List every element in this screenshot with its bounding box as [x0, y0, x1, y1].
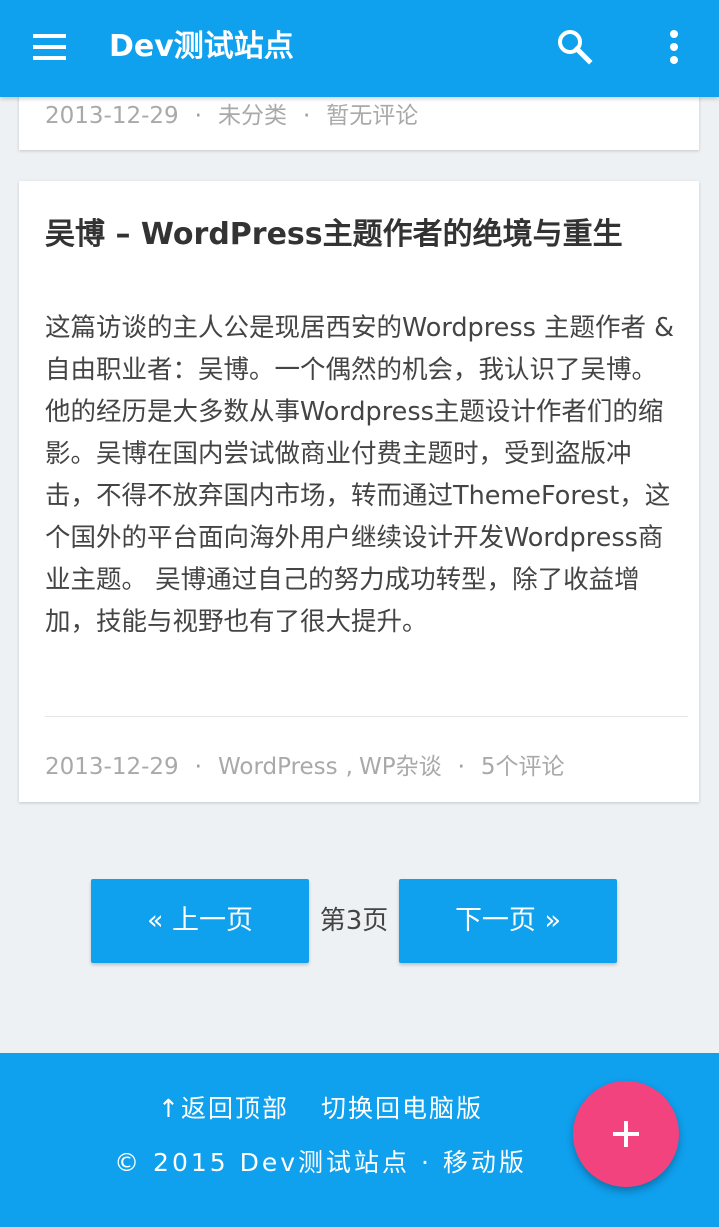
next-page-button[interactable]: 下一页 » [399, 879, 617, 963]
post-card: 吴博 – WordPress主题作者的绝境与重生 这篇访谈的主人公是现居西安的W… [19, 181, 699, 802]
post-date: 2013-12-29 [45, 103, 179, 129]
meta-separator: · [194, 103, 202, 129]
post-title[interactable]: 吴博 – WordPress主题作者的绝境与重生 [45, 213, 685, 257]
more-vert-icon[interactable] [664, 30, 684, 64]
meta-separator: · [194, 754, 202, 780]
meta-separator: · [302, 103, 311, 129]
search-icon[interactable] [556, 28, 594, 66]
menu-icon[interactable] [33, 34, 67, 60]
app-bar: Dev测试站点 [0, 0, 719, 97]
post-category-link[interactable]: WP杂谈 [359, 754, 442, 780]
post-meta: 2013-12-29 · 未分类 · 暂无评论 [45, 96, 418, 130]
current-page-indicator: 第3页 [319, 906, 389, 936]
back-to-top-link[interactable]: ↑返回顶部 [158, 1094, 289, 1123]
desktop-version-link[interactable]: 切换回电脑版 [321, 1094, 483, 1123]
post-category-link[interactable]: 未分类 [218, 103, 287, 129]
post-comments-link[interactable]: 5个评论 [481, 754, 565, 780]
post-category-link[interactable]: WordPress [218, 754, 338, 780]
site-title[interactable]: Dev测试站点 [109, 27, 294, 67]
post-comments-link[interactable]: 暂无评论 [326, 103, 418, 129]
post-excerpt: 这篇访谈的主人公是现居西安的Wordpress 主题作者 & 自由职业者：吴博。… [45, 313, 675, 637]
add-fab-button[interactable] [573, 1081, 679, 1187]
previous-page-button[interactable]: « 上一页 [91, 879, 309, 963]
post-meta: 2013-12-29 · WordPress, WP杂谈 · 5个评论 [45, 747, 565, 781]
post-date: 2013-12-29 [45, 754, 179, 780]
divider [45, 716, 688, 717]
meta-separator: · [457, 754, 465, 780]
category-separator: , [345, 754, 353, 780]
